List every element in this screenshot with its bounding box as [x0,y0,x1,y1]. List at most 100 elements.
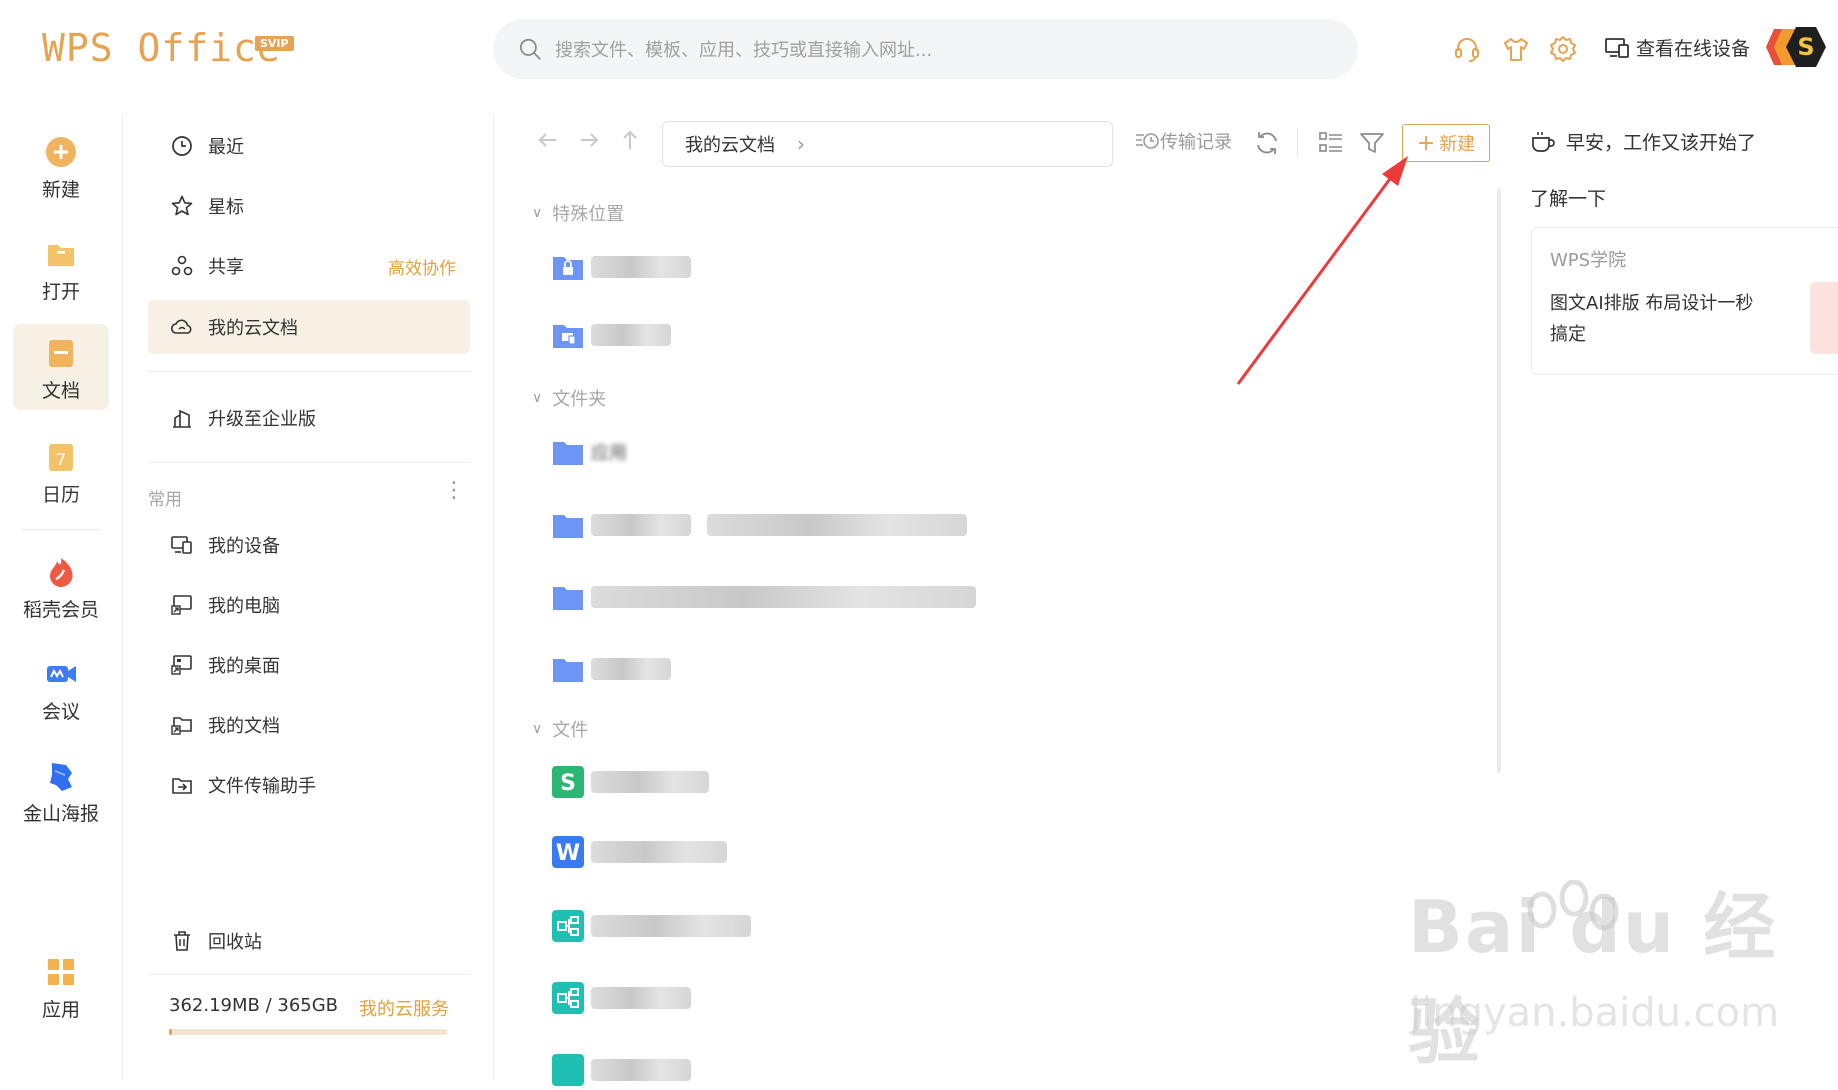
nav-item-label: 我的云文档 [208,318,298,339]
left-rail: 新建 打开 文档 7 日历 稻壳会员 会议 金山海报 应用 [0,115,123,1080]
collab-tag[interactable]: 高效协作 [388,254,456,279]
headset-icon[interactable] [1452,34,1482,64]
desktop-icon [171,655,192,675]
rail-poster[interactable]: 金山海报 [13,747,109,833]
folder-name: 应用 [591,443,627,464]
nav-item-starred[interactable]: 星标 [148,179,470,233]
nav-item-recycle-bin[interactable]: 回收站 [148,914,470,968]
folder-open-icon [48,245,74,266]
online-devices-button[interactable]: 查看在线设备 [1604,34,1750,61]
list-item[interactable] [551,577,976,617]
redacted-name [591,915,751,937]
rail-documents[interactable]: 文档 [13,324,109,410]
shirt-skin-icon[interactable] [1501,34,1531,64]
section-folders[interactable]: ∨ 文件夹 [532,385,606,411]
list-item[interactable] [551,978,691,1018]
search-input[interactable]: 搜索文件、模板、应用、技巧或直接输入网址... [555,36,932,62]
redacted-name [591,771,709,793]
monitor-icon [1605,37,1629,58]
wps-logo: WPS Office [42,26,281,70]
nav-item-cloud-docs[interactable]: 我的云文档 [148,300,470,354]
redacted-name [591,987,691,1009]
breadcrumb-current[interactable]: 我的云文档 [685,131,775,157]
list-item[interactable] [551,505,967,545]
search-bar[interactable]: 搜索文件、模板、应用、技巧或直接输入网址... [493,19,1358,79]
nav-item-my-docs[interactable]: 我的文档 [148,698,470,752]
my-docs-icon [171,717,192,735]
nav-item-label: 升级至企业版 [208,409,316,430]
chevron-right-icon: › [797,132,805,156]
folder-icon [553,587,583,610]
rail-open[interactable]: 打开 [13,225,109,311]
watermark-url: jingyan.baidu.com [1410,990,1780,1036]
nav-item-label: 我的文档 [208,716,280,737]
document-icon [49,340,73,367]
gear-icon[interactable] [1548,34,1578,64]
section-label: 特殊位置 [552,204,625,225]
list-item[interactable] [551,649,671,689]
rail-label: 稻壳会员 [22,599,99,621]
online-devices-label: 查看在线设备 [1636,38,1751,60]
rail-new[interactable]: 新建 [13,123,109,209]
section-special-locations[interactable]: ∨ 特殊位置 [532,200,624,226]
list-item[interactable]: W [551,832,727,872]
card-thumbnail[interactable] [1810,282,1838,354]
card-text[interactable]: 图文AI排版 布局设计一秒搞定 [1550,288,1770,350]
folder-icon [553,442,583,465]
coffee-cup-icon [1532,131,1555,152]
locked-folder-icon [553,257,583,280]
nav-item-file-transfer[interactable]: 文件传输助手 [148,758,470,812]
rail-label: 金山海报 [22,803,99,825]
greeting: 早安，工作又该开始了 [1530,128,1756,155]
redacted-name [591,658,671,680]
more-options-icon[interactable]: ⋮ [443,478,465,503]
rail-label: 日历 [41,484,80,506]
nav-item-recent[interactable]: 最近 [148,119,470,173]
plus-icon: + [1416,130,1436,156]
list-item[interactable] [551,315,671,355]
up-arrow-icon[interactable] [616,126,644,154]
breadcrumb[interactable]: 我的云文档 › [662,121,1113,167]
rail-meeting[interactable]: 会议 [13,645,109,731]
nav-item-share[interactable]: 共享 高效协作 [148,239,470,293]
rail-calendar[interactable]: 7 日历 [13,428,109,514]
apps-grid-icon [48,959,74,985]
nav-panel: 最近 星标 共享 高效协作 我的云文档 升级至企业版 常用 ⋮ 我的设备 我的电… [123,115,494,1080]
section-label: 文件 [552,720,589,741]
nav-item-my-desktop[interactable]: 我的桌面 [148,638,470,692]
new-button-label: 新建 [1439,134,1476,155]
list-item[interactable]: S [551,762,709,802]
nav-item-upgrade[interactable]: 升级至企业版 [148,391,470,445]
transfer-history-icon [1136,133,1159,149]
redacted-name [591,256,691,278]
meeting-icon [47,666,76,682]
folder-icon [553,515,583,538]
computer-icon [171,595,192,615]
wps-academy-card[interactable]: WPS学院 图文AI排版 布局设计一秒搞定 [1531,227,1838,375]
forward-arrow-icon[interactable] [575,126,603,154]
avatar[interactable]: S [1762,23,1828,71]
back-arrow-icon[interactable] [534,126,562,154]
section-files[interactable]: ∨ 文件 [532,716,588,742]
greeting-text: 早安，工作又该开始了 [1566,132,1757,154]
spreadsheet-file-icon: S [552,766,584,798]
nav-item-label: 回收站 [208,932,262,953]
nav-item-my-computer[interactable]: 我的电脑 [148,578,470,632]
cloud-service-link[interactable]: 我的云服务 [359,995,449,1021]
star-icon [171,195,193,216]
rail-docer-member[interactable]: 稻壳会员 [13,543,109,629]
rail-apps[interactable]: 应用 [13,943,109,1029]
rail-label: 应用 [41,999,80,1021]
nav-item-my-devices[interactable]: 我的设备 [148,518,470,572]
nav-item-label: 文件传输助手 [208,776,316,797]
list-item[interactable] [551,1050,691,1090]
list-item[interactable]: 应用 [551,432,627,472]
scrollbar[interactable] [1497,188,1501,773]
new-button[interactable]: + 新建 [1402,124,1490,162]
list-item[interactable] [551,247,691,287]
svg-text:W: W [556,841,580,866]
nav-item-label: 我的桌面 [208,656,280,677]
transfer-records-button[interactable]: 传输记录 [1134,128,1232,154]
word-file-icon: W [552,836,584,868]
list-item[interactable] [551,906,751,946]
